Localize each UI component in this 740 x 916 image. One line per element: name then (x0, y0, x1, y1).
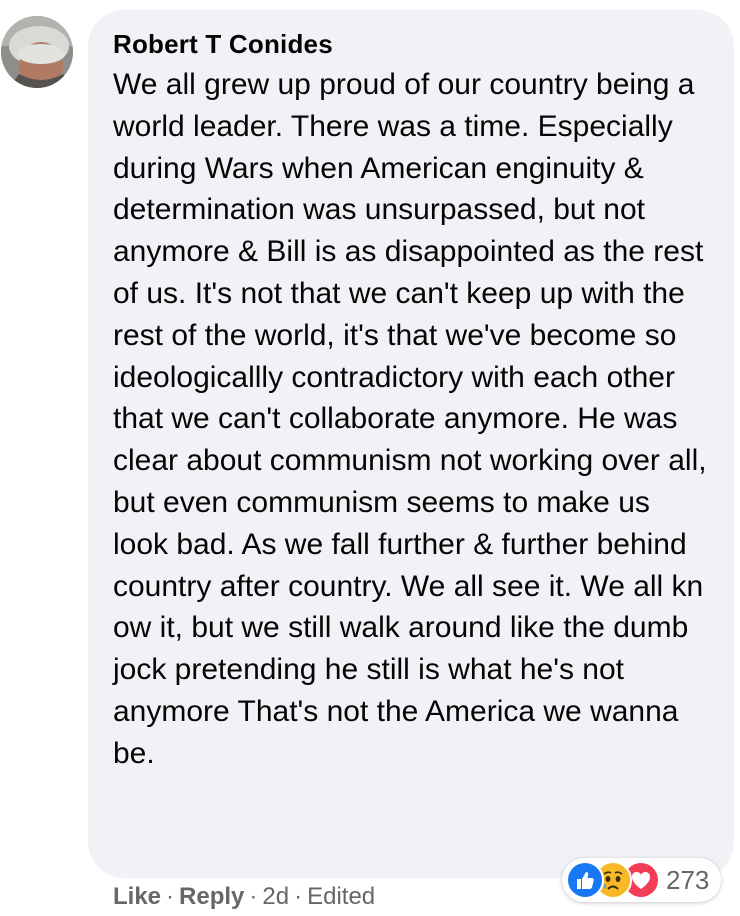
timestamp[interactable]: 2d (262, 883, 289, 910)
author-name[interactable]: Robert T Conides (113, 28, 712, 60)
like-button[interactable]: Like (113, 883, 161, 910)
avatar[interactable] (1, 16, 73, 88)
comment-bubble: Robert T Conides We all grew up proud of… (88, 10, 734, 878)
profile-photo (1, 16, 73, 88)
reply-button[interactable]: Reply (179, 883, 244, 910)
like-icon (566, 861, 604, 899)
edited-label[interactable]: Edited (307, 883, 375, 910)
separator: · (166, 883, 175, 910)
reactions-summary[interactable]: 273 (562, 858, 722, 902)
separator: · (294, 883, 303, 910)
separator: · (249, 883, 258, 910)
comment-text: We all grew up proud of our country bein… (113, 68, 707, 770)
reaction-count: 273 (666, 865, 710, 895)
comment-actions: Like · Reply · 2d · Edited (113, 881, 375, 913)
